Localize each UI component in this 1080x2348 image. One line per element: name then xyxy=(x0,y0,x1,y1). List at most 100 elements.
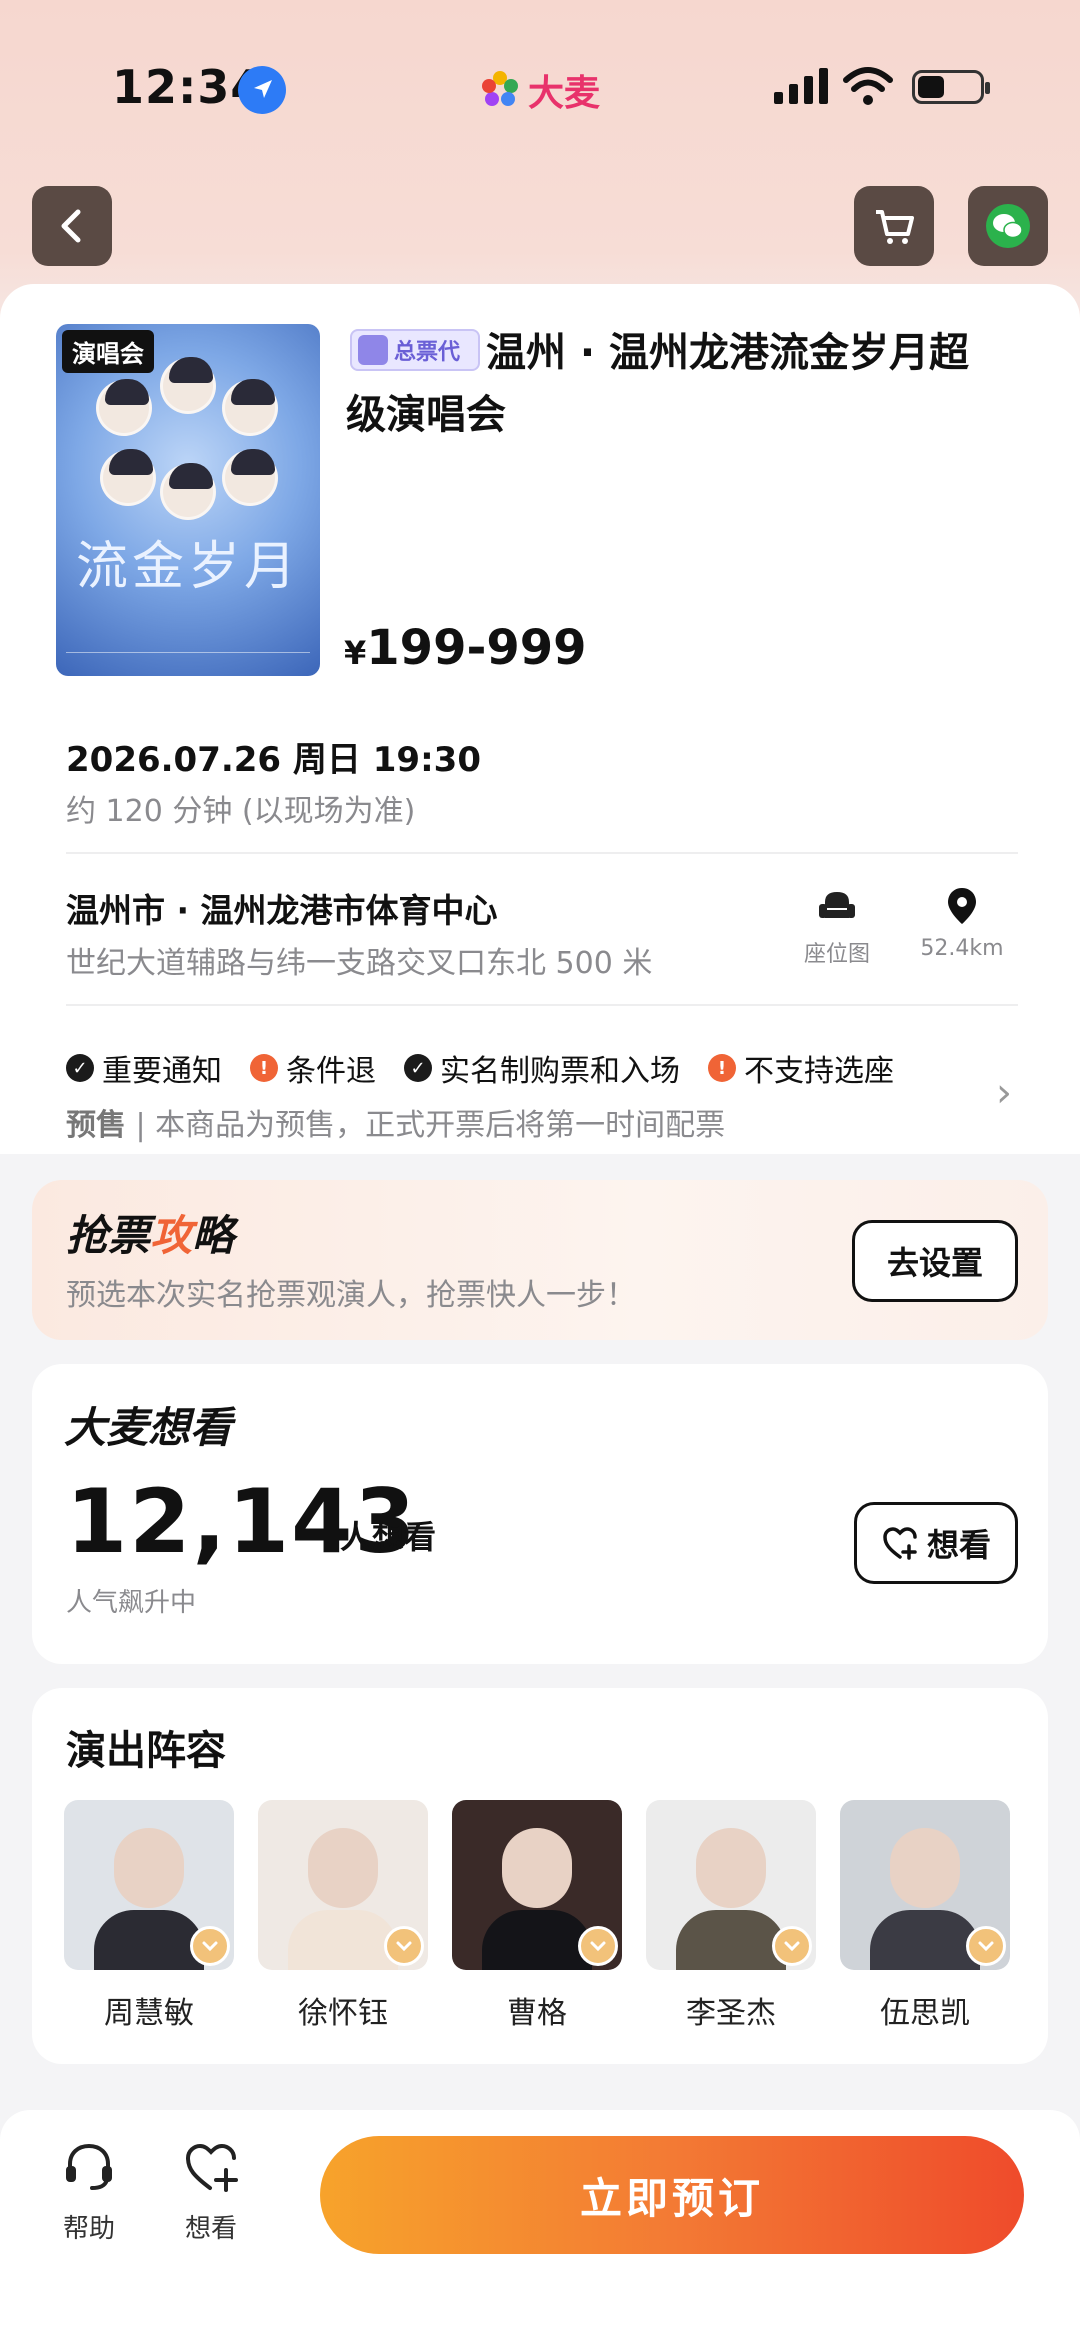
cast-photo-body xyxy=(482,1910,592,1970)
brand-logo: 大麦 xyxy=(478,64,600,116)
notice-label: 不支持选座 xyxy=(744,1054,894,1089)
want-tab-label: 想看 xyxy=(184,2214,237,2244)
event-datetime: 2026.07.26 周日 19:30 xyxy=(66,740,481,780)
agent-badge-label: 总票代 xyxy=(394,340,461,365)
presale-text: | 本商品为预售，正式开票后将第一时间配票 xyxy=(126,1108,726,1143)
cast-photo-head xyxy=(502,1828,572,1908)
check-circle-icon: ✓ xyxy=(404,1054,432,1082)
notice-label: 实名制购票和入场 xyxy=(440,1054,680,1089)
poster-face xyxy=(96,379,152,436)
alert-circle-icon: ! xyxy=(708,1054,736,1082)
notice-item: ! 条件退 xyxy=(250,1046,376,1090)
chevron-right-icon[interactable]: › xyxy=(996,1070,1012,1116)
cast-photo-body xyxy=(288,1910,398,1970)
cast-member[interactable]: 周慧敏 xyxy=(64,1800,234,2032)
follow-badge-icon xyxy=(966,1926,1006,1966)
cast-lineup-card: 演出阵容 周慧敏 徐怀钰 曹格 李圣杰 伍思凯 xyxy=(32,1688,1048,2064)
back-button[interactable] xyxy=(32,186,112,266)
want-to-see-button[interactable]: 想看 xyxy=(854,1502,1018,1584)
want-unit: 人想看 xyxy=(340,1518,437,1556)
cast-title: 演出阵容 xyxy=(66,1728,226,1774)
cast-list: 周慧敏 徐怀钰 曹格 李圣杰 伍思凯 xyxy=(64,1800,1010,2032)
poster-face xyxy=(222,379,278,436)
poster-face xyxy=(160,463,216,520)
ticket-strategy-card: 抢票攻略 预选本次实名抢票观演人，抢票快人一步！ 去设置 xyxy=(32,1180,1048,1340)
poster-face xyxy=(222,449,278,506)
poster-title: 流金岁月 xyxy=(75,537,300,597)
headset-icon xyxy=(66,2143,112,2190)
bottom-action-bar: 帮助 想看 立即预订 xyxy=(0,2110,1080,2348)
divider xyxy=(66,1004,1018,1006)
heart-plus-icon xyxy=(185,2143,238,2192)
cast-photo xyxy=(64,1800,234,1970)
want-title: 大麦想看 xyxy=(64,1403,233,1452)
presale-note: 预售 | 本商品为预售，正式开票后将第一时间配票 xyxy=(66,1100,725,1144)
help-label: 帮助 xyxy=(62,2214,115,2244)
cast-photo xyxy=(258,1800,428,1970)
chevron-left-icon xyxy=(61,209,81,243)
cart-icon xyxy=(876,210,914,244)
price-range: ¥199-999 xyxy=(344,620,587,676)
price-value: 199-999 xyxy=(366,620,587,676)
cast-name: 伍思凯 xyxy=(880,1996,970,2031)
cast-member[interactable]: 曹格 xyxy=(452,1800,622,2032)
go-settings-button[interactable]: 去设置 xyxy=(852,1220,1018,1302)
map-location-button[interactable]: 52.4km xyxy=(912,884,1012,961)
cast-photo-head xyxy=(890,1828,960,1908)
seat-icon xyxy=(819,892,855,918)
cast-name: 李圣杰 xyxy=(686,1996,776,2031)
cast-photo xyxy=(646,1800,816,1970)
wechat-icon xyxy=(986,204,1030,248)
cast-photo xyxy=(452,1800,622,1970)
presale-tag: 预售 xyxy=(66,1108,126,1143)
check-circle-icon: ✓ xyxy=(66,1054,94,1082)
cast-photo-head xyxy=(696,1828,766,1908)
follow-badge-icon xyxy=(578,1926,618,1966)
location-arrow-icon xyxy=(238,66,286,114)
brand-name: 大麦 xyxy=(528,73,601,114)
seatmap-label: 座位图 xyxy=(803,942,870,967)
book-now-button[interactable]: 立即预订 xyxy=(320,2136,1024,2254)
notice-label: 条件退 xyxy=(286,1054,376,1089)
seatmap-button[interactable]: 座位图 xyxy=(792,884,882,968)
venue-name[interactable]: 温州市 · 温州龙港市体育中心 xyxy=(66,884,498,932)
cast-photo-body xyxy=(94,1910,204,1970)
cast-name: 周慧敏 xyxy=(104,1996,194,2031)
distance-label: 52.4km xyxy=(920,936,1004,961)
poster-footer xyxy=(66,652,310,666)
event-poster[interactable]: 流金岁月 演唱会 xyxy=(56,324,320,676)
cellular-signal-icon xyxy=(774,68,828,104)
price-currency: ¥ xyxy=(344,634,367,672)
cast-member[interactable]: 徐怀钰 xyxy=(258,1800,428,2032)
cast-photo-head xyxy=(114,1828,184,1908)
damai-logo-icon xyxy=(482,71,518,106)
strategy-title-accent: 攻 xyxy=(150,1211,193,1260)
agent-logo-icon xyxy=(358,335,388,365)
heart-plus-icon xyxy=(883,1527,917,1560)
follow-badge-icon xyxy=(772,1926,812,1966)
alert-circle-icon: ! xyxy=(250,1054,278,1082)
want-button-label: 想看 xyxy=(926,1526,991,1564)
agent-badge: 总票代 xyxy=(350,329,480,371)
want-to-see-card: 大麦想看 12,143 人想看 人气飙升中 想看 xyxy=(32,1364,1048,1664)
strategy-title-part: 略 xyxy=(192,1211,235,1260)
cast-photo-body xyxy=(676,1910,786,1970)
cast-member[interactable]: 李圣杰 xyxy=(646,1800,816,2032)
cast-member[interactable]: 伍思凯 xyxy=(840,1800,1010,2032)
want-subtitle: 人气飙升中 xyxy=(66,1588,197,1618)
notice-label: 重要通知 xyxy=(102,1054,222,1089)
poster-category-tag: 演唱会 xyxy=(62,330,154,373)
notice-list[interactable]: ✓ 重要通知 ! 条件退 ✓ 实名制购票和入场 ! 不支持选座 xyxy=(66,1046,922,1090)
strategy-title-part: 抢票 xyxy=(66,1211,151,1260)
event-info-card: 流金岁月 演唱会 温州 · 温州龙港流金岁月超级演唱会 总票代 ¥199-999… xyxy=(0,284,1080,1154)
strategy-subtitle: 预选本次实名抢票观演人，抢票快人一步！ xyxy=(66,1278,636,1313)
help-button[interactable]: 帮助 xyxy=(54,2136,124,2245)
share-wechat-button[interactable] xyxy=(968,186,1048,266)
cart-button[interactable] xyxy=(854,186,934,266)
want-tab-button[interactable]: 想看 xyxy=(176,2136,246,2245)
notice-item: ! 不支持选座 xyxy=(708,1046,894,1090)
notice-item: ✓ 重要通知 xyxy=(66,1046,222,1090)
cast-photo-body xyxy=(870,1910,980,1970)
notice-item: ✓ 实名制购票和入场 xyxy=(404,1046,680,1090)
cast-photo-head xyxy=(308,1828,378,1908)
